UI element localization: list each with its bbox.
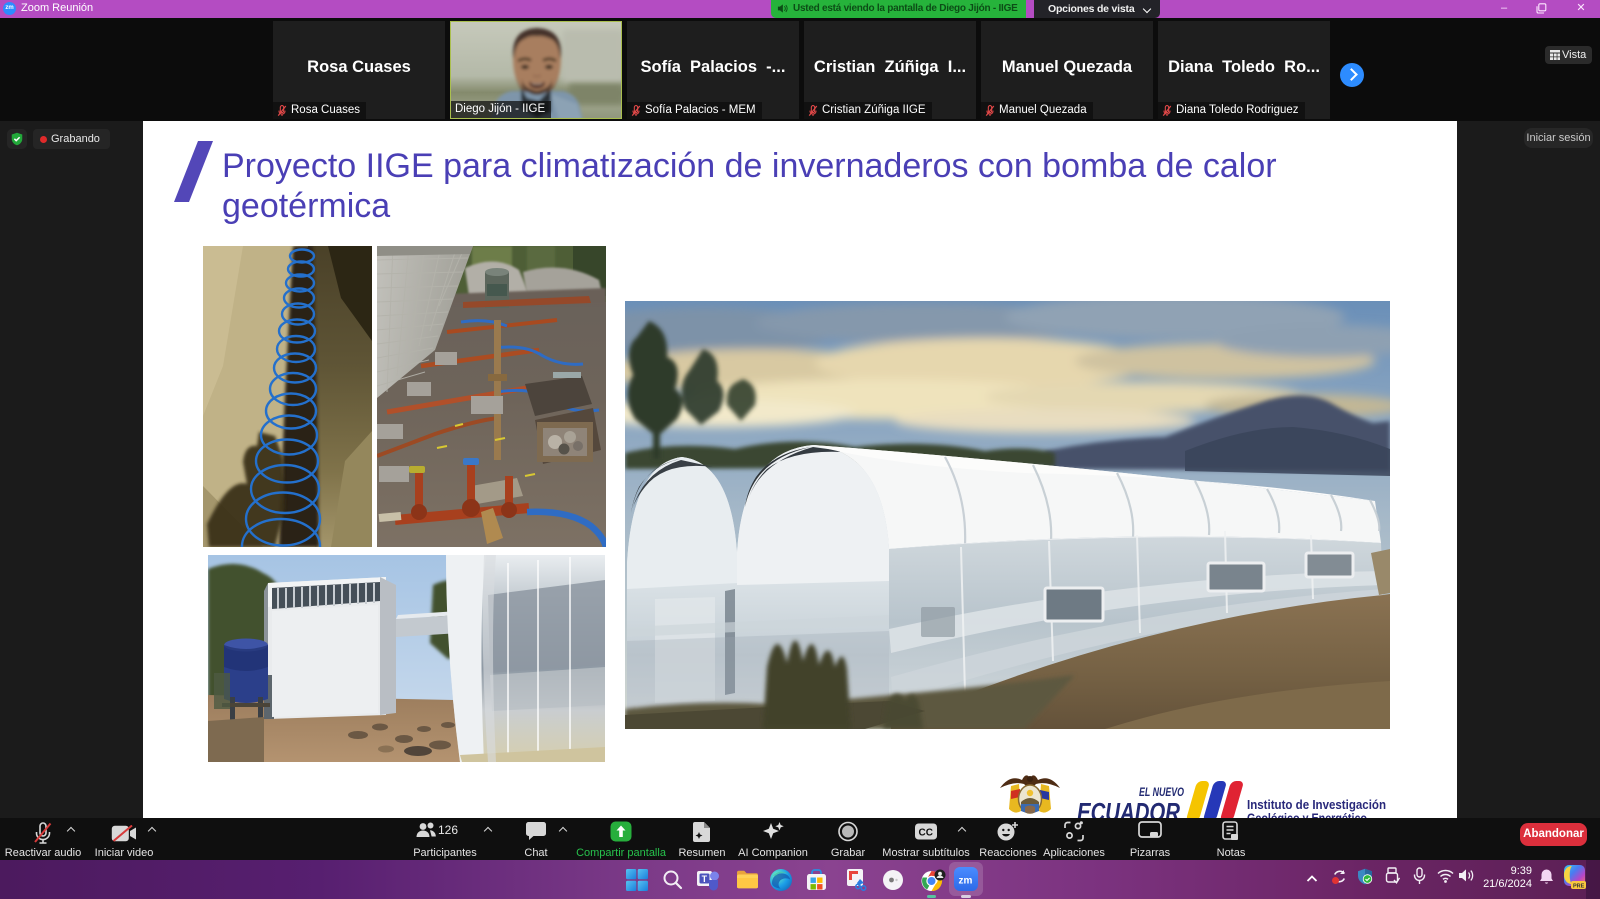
svg-text:zm: zm: [959, 876, 973, 887]
svg-text:PRE: PRE: [1573, 883, 1585, 889]
svg-text:126: 126: [438, 823, 458, 837]
svg-text:ECUADOR: ECUADOR: [1077, 797, 1180, 818]
svg-text:CC: CC: [919, 828, 933, 839]
svg-text:T: T: [702, 874, 708, 884]
svg-text:Instituto de Investigación: Instituto de Investigación: [1247, 798, 1386, 812]
